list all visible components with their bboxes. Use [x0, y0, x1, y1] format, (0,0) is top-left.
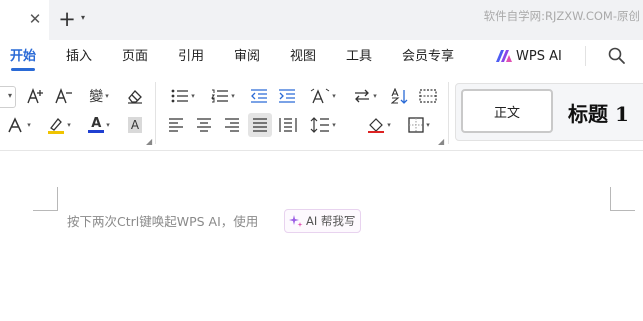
chevron-down-icon: ▾ [106, 121, 110, 129]
chevron-down-icon: ▾ [332, 121, 336, 129]
numbered-list-icon [211, 89, 229, 103]
numbered-list-button[interactable]: ▾ [208, 86, 238, 106]
distributed-icon[interactable] [278, 115, 298, 135]
borders-icon [408, 117, 424, 133]
sparkle-icon [289, 215, 303, 227]
tab-wps-ai[interactable]: WPS AI [516, 47, 562, 67]
tab-view[interactable]: 视图 [290, 47, 316, 67]
ai-hint-text: 按下两次Ctrl键唤起WPS AI，使用 [67, 214, 259, 229]
tab-insert[interactable]: 插入 [66, 47, 92, 67]
line-spacing-button[interactable]: ▾ [306, 115, 340, 135]
document-canvas[interactable] [0, 151, 643, 321]
paragraph-dialog-launcher-icon[interactable]: ◢ [438, 137, 444, 146]
align-right-icon[interactable] [222, 115, 242, 135]
font-color-icon: A [91, 116, 102, 131]
tab-tools[interactable]: 工具 [346, 47, 372, 67]
tab-member[interactable]: 会员专享 [402, 47, 454, 67]
font-size-increase-icon[interactable] [26, 86, 46, 106]
font-size-combo[interactable]: ▾ [0, 86, 16, 108]
chevron-down-icon: ▾ [332, 92, 336, 100]
chevron-down-icon[interactable]: ▾ [81, 13, 91, 23]
watermark-text: 软件自学网:RJZXW.COM-原创 [483, 9, 640, 23]
font-size-decrease-icon[interactable] [54, 86, 74, 106]
justify-icon[interactable] [248, 113, 272, 137]
text-direction-icon [355, 89, 370, 103]
page-corner-mark [610, 187, 611, 211]
chinese-layout-button[interactable]: ▾ [308, 86, 338, 106]
highlight-button[interactable]: ▾ [44, 115, 74, 135]
tab-start[interactable]: 开始 [10, 47, 36, 67]
highlighter-icon [48, 118, 65, 134]
phonetic-guide-icon: 變 [89, 89, 104, 105]
decrease-indent-icon[interactable] [249, 86, 269, 106]
font-color-button[interactable]: A ▾ [84, 115, 114, 135]
paragraph-shading-button[interactable]: ▾ [364, 115, 394, 135]
character-shading-icon: A [127, 117, 143, 133]
chevron-down-icon: ▾ [387, 121, 391, 129]
chevron-down-icon: ▾ [373, 92, 377, 100]
chevron-down-icon: ▾ [191, 92, 195, 100]
chevron-down-icon: ▾ [67, 121, 71, 129]
text-direction-button[interactable]: ▾ [350, 86, 380, 106]
sort-icon[interactable] [390, 86, 410, 106]
align-left-icon[interactable] [166, 115, 186, 135]
chevron-down-icon: ▾ [426, 121, 430, 129]
style-normal[interactable]: 正文 [461, 89, 553, 133]
close-tab-icon[interactable]: ✕ [28, 10, 42, 28]
page-corner-mark [57, 187, 58, 211]
font-dialog-launcher-icon[interactable]: ◢ [146, 137, 152, 146]
chevron-down-icon: ▾ [105, 92, 109, 100]
align-center-icon[interactable] [194, 115, 214, 135]
paint-bucket-icon [368, 118, 385, 133]
menu-divider [585, 46, 586, 66]
increase-indent-icon[interactable] [277, 86, 297, 106]
borders-button[interactable]: ▾ [404, 115, 434, 135]
ai-write-button[interactable]: AI 帮我写 [284, 209, 361, 233]
text-effect-button[interactable]: ▾ [4, 115, 34, 135]
bullet-list-button[interactable]: ▾ [168, 86, 198, 106]
active-tab-indicator [11, 68, 35, 71]
chevron-down-icon: ▾ [231, 92, 235, 100]
tab-reference[interactable]: 引用 [178, 47, 204, 67]
bullet-list-icon [171, 89, 189, 103]
wps-ai-logo-icon [496, 49, 512, 63]
ribbon-divider [155, 82, 156, 144]
search-icon[interactable] [607, 46, 627, 66]
style-heading-1[interactable]: 标题 1 [568, 98, 643, 126]
tab-review[interactable]: 审阅 [234, 47, 260, 67]
new-tab-button[interactable]: + [58, 8, 76, 30]
text-effect-icon [8, 117, 22, 133]
clear-format-icon[interactable] [125, 86, 145, 106]
line-spacing-icon [310, 117, 330, 133]
ai-write-label: AI 帮我写 [306, 214, 356, 228]
tab-page[interactable]: 页面 [122, 47, 148, 67]
font-color-swatch [88, 130, 105, 133]
ribbon-divider [448, 82, 449, 144]
character-shading-button[interactable]: A [125, 115, 145, 135]
chevron-down-icon: ▾ [7, 91, 12, 100]
chevron-down-icon: ▾ [27, 121, 31, 129]
gridlines-icon[interactable] [418, 86, 438, 106]
phonetic-guide-button[interactable]: 變 ▾ [84, 86, 114, 106]
page-corner-mark [610, 210, 635, 211]
chinese-layout-icon [310, 88, 330, 104]
page-corner-mark [33, 210, 58, 211]
